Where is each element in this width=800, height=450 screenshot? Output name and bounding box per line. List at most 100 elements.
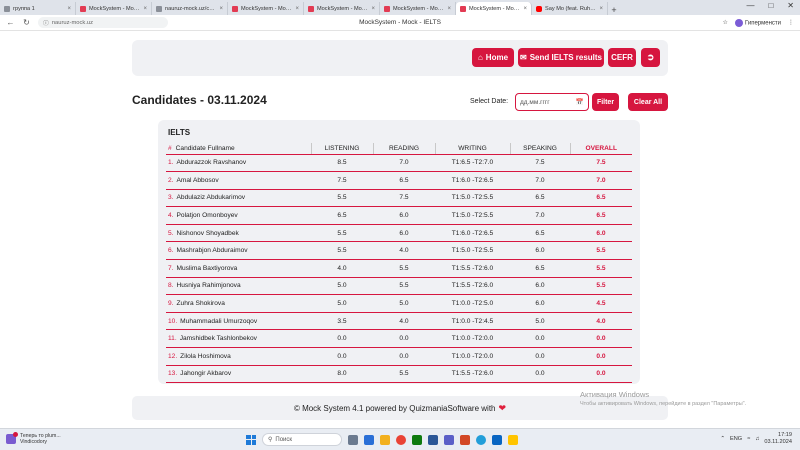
home-icon: ⌂ — [477, 53, 483, 62]
mocksystem-icon — [384, 5, 390, 12]
clear-all-button[interactable]: Clear All — [628, 93, 668, 111]
edge-icon[interactable] — [364, 434, 374, 445]
browser-tab[interactable]: MockSystem - Mock - II× — [380, 2, 456, 15]
cell-reading: 7.0 — [373, 154, 435, 173]
yandex-icon[interactable] — [508, 434, 518, 445]
header-reading: READING — [372, 143, 435, 155]
close-tab-icon[interactable]: × — [143, 6, 147, 12]
send-label: Send IELTS results — [529, 53, 602, 62]
cell-candidate: 10. Muhammadali Umurzoqov — [166, 312, 311, 331]
cell-listening: 5.5 — [311, 189, 373, 208]
outlook-icon[interactable] — [492, 434, 502, 445]
cell-fullname: Jahongir Akbarov — [180, 370, 232, 378]
new-tab-button[interactable]: + — [608, 5, 620, 15]
cell-fullname: Mashrabjon Abduraimov — [176, 247, 248, 255]
cell-candidate: 5. Nishonov Shoyadbek — [166, 224, 311, 243]
cell-speaking: 6.0 — [510, 277, 570, 296]
cell-candidate: 3. Abdulaziz Abdukarimov — [166, 189, 311, 208]
logout-button[interactable]: ➲ — [641, 48, 660, 67]
cell-overall: 6.5 — [570, 206, 632, 225]
send-ielts-results-button[interactable]: ✉ Send IELTS results — [518, 48, 604, 67]
browser-tab[interactable]: Say Mo (feat. Ruhsora) -× — [532, 2, 608, 15]
powerpoint-icon[interactable] — [460, 434, 470, 445]
close-tab-icon[interactable]: × — [67, 6, 71, 12]
filter-button[interactable]: Filter — [592, 93, 619, 111]
language-indicator[interactable]: ENG — [730, 436, 742, 442]
system-tray: ⌃ ENG ≈ ♫ 17:19 03.11.2024 — [720, 432, 792, 445]
close-tab-icon[interactable]: × — [295, 6, 299, 12]
cell-reading: 5.5 — [373, 365, 435, 384]
cell-speaking: 6.5 — [510, 189, 570, 208]
home-button[interactable]: ⌂ Home — [472, 48, 514, 67]
cell-reading: 0.0 — [373, 347, 435, 366]
table-body: 1. Abdurazzok Ravshanov 8.5 7.0 T1:6.5 -T2:7… — [166, 154, 632, 384]
table-row: 3. Abdulaziz Abdukarimov 5.5 7.5 T1:5.0 -T2:… — [166, 189, 632, 208]
cell-writing: T1:6.0 -T2:6.5 — [435, 224, 510, 243]
cell-listening: 5.0 — [311, 294, 373, 313]
bookmark-icon[interactable]: ☆ — [723, 19, 728, 26]
clock[interactable]: 17:19 03.11.2024 — [764, 432, 792, 445]
toolbar-right: ☆ Гиперменсти ⋮ — [723, 18, 794, 27]
close-tab-icon[interactable]: × — [447, 6, 451, 12]
teams-icon[interactable] — [444, 434, 454, 445]
cell-candidate: 7. Muslima Baxtiyorova — [166, 259, 311, 278]
word-icon[interactable] — [428, 434, 438, 445]
cell-candidate: 2. Amal Abbosov — [166, 171, 311, 190]
browser-tab[interactable]: MockSystem - Mock - I × — [456, 2, 532, 15]
tray-chevron-icon[interactable]: ⌃ — [720, 436, 725, 442]
select-date-label: Select Date: — [470, 98, 509, 105]
reload-icon[interactable]: ↻ — [22, 18, 31, 27]
header-fullname: # Candidate Fullname — [166, 143, 311, 155]
excel-icon[interactable] — [412, 434, 422, 445]
cell-num: 6. — [168, 247, 174, 255]
cell-fullname: Muhammadali Umurzoqov — [180, 317, 258, 325]
telegram-icon[interactable] — [476, 434, 486, 445]
cell-reading: 4.0 — [373, 241, 435, 261]
header-num: # — [168, 144, 172, 152]
chrome-icon[interactable] — [396, 434, 406, 445]
tab-list: группа 1×MockSystem - Mock - II×nauruz-m… — [0, 2, 608, 15]
date-placeholder: дд.мм.гггг — [520, 98, 550, 106]
close-tab-icon[interactable]: × — [371, 6, 375, 12]
task-view-icon[interactable] — [348, 434, 358, 445]
cell-speaking: 0.0 — [510, 365, 570, 384]
wifi-icon[interactable]: ≈ — [747, 436, 750, 442]
close-tab-icon[interactable]: × — [219, 6, 223, 12]
menu-icon[interactable]: ⋮ — [788, 19, 794, 26]
browser-tab[interactable]: группа 1 × — [0, 2, 76, 15]
maximize-icon[interactable]: □ — [768, 1, 773, 10]
date-input[interactable]: дд.мм.гггг 📅 — [515, 93, 589, 111]
mocksystem-icon — [460, 5, 466, 12]
site-info-icon[interactable]: ⓘ — [43, 18, 49, 27]
cell-overall: 7.5 — [570, 154, 632, 173]
browser-tab[interactable]: MockSystem - Mock - II× — [76, 2, 152, 15]
browser-tab[interactable]: MockSystem - Mock - II× — [228, 2, 304, 15]
windows-start-icon[interactable] — [246, 434, 256, 445]
file-explorer-icon[interactable] — [380, 434, 390, 445]
cell-writing: T1:5.0 -T2:5.5 — [435, 241, 510, 261]
home-label: Home — [485, 53, 509, 62]
cell-speaking: 6.0 — [510, 294, 570, 313]
cell-num: 13. — [168, 370, 178, 378]
cell-writing: T1:6.0 -T2:6.5 — [435, 171, 510, 190]
taskbar-search[interactable]: ⚲ Поиск — [262, 433, 342, 446]
close-tab-icon[interactable]: × — [523, 6, 527, 12]
notification-badge — [13, 432, 18, 437]
close-window-icon[interactable]: ✕ — [787, 1, 794, 10]
volume-icon[interactable]: ♫ — [755, 436, 759, 442]
cell-num: 10. — [168, 317, 178, 325]
cell-num: 8. — [168, 282, 174, 290]
browser-tab[interactable]: MockSystem - Mock - II× — [304, 2, 380, 15]
minimize-icon[interactable]: — — [746, 1, 754, 10]
close-tab-icon[interactable]: × — [599, 6, 603, 12]
back-icon[interactable]: ← — [6, 18, 15, 27]
cefr-button[interactable]: CEFR — [608, 48, 636, 67]
calendar-icon[interactable]: 📅 — [576, 98, 584, 106]
taskbar-notification[interactable]: Теперь то plum... Vindicodory — [6, 432, 61, 445]
profile-button[interactable]: Гиперменсти — [734, 18, 781, 27]
cell-speaking: 7.5 — [510, 154, 570, 173]
cell-reading: 0.0 — [373, 329, 435, 349]
address-bar[interactable]: ⓘ nauruz-mock.uz — [38, 17, 168, 28]
notification-sub: Vindicodory — [20, 439, 48, 445]
browser-tab[interactable]: nauruz-mock.uz/cefr/× — [152, 2, 228, 15]
